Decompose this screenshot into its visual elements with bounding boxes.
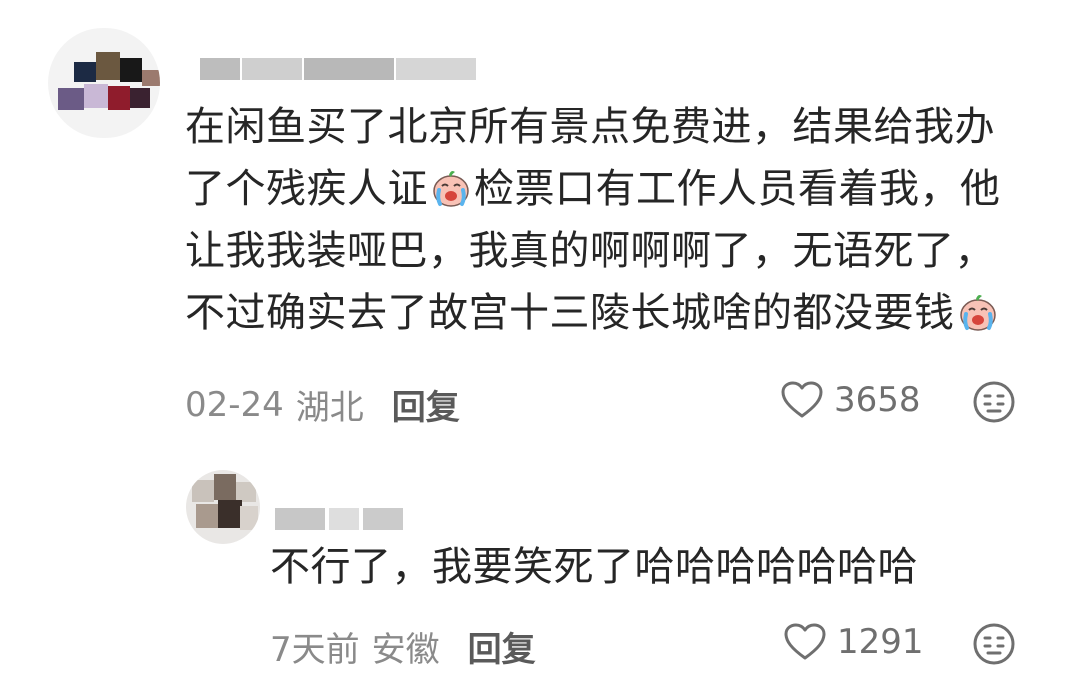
crying-face-icon [957,289,999,331]
like-count: 3658 [834,380,921,420]
reply-button[interactable]: 回复 [392,380,460,429]
comment-date: 7天前 [270,630,360,670]
comment-date: 02-24 [185,384,284,425]
avatar[interactable] [48,28,160,138]
like-count: 1291 [837,622,924,662]
crying-face-icon [430,165,472,207]
comment-text: 在闲鱼买了北京所有景点免费进，结果给我办 了个残疾人证 检票口有工作人员看着我，他… [185,104,1001,336]
comment-location: 湖北 [295,388,364,428]
comment-location: 安徽 [371,630,440,670]
reply-button[interactable]: 回复 [468,622,536,671]
avatar[interactable] [186,470,260,544]
dislike-button[interactable] [972,622,1016,670]
heart-icon [784,623,826,660]
dislike-button[interactable] [972,380,1016,428]
comment-meta: 02-24 湖北 回复 [185,380,460,429]
like-button[interactable]: 1291 [783,622,924,662]
comment-meta: 7天前 安徽 回复 [270,622,536,671]
neutral-face-icon [973,381,1015,423]
comment-text: 不行了，我要笑死了哈哈哈哈哈哈哈 [270,544,918,590]
username[interactable] [200,58,480,80]
like-button[interactable]: 3658 [780,380,921,420]
neutral-face-icon [973,623,1015,665]
heart-icon [781,381,823,418]
username[interactable] [275,508,405,530]
